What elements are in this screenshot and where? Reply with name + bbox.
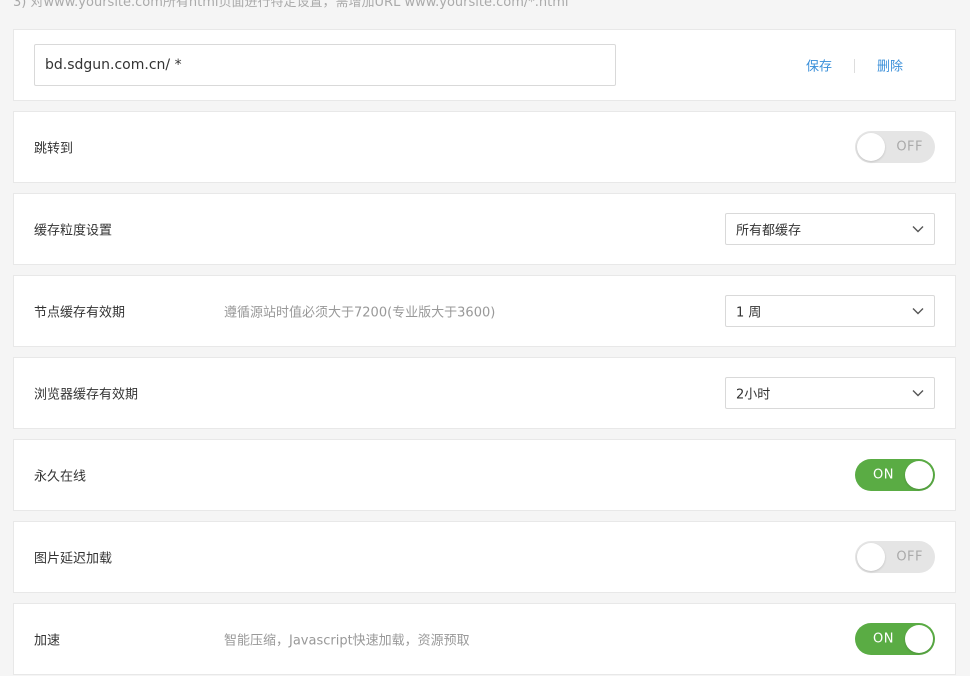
always-online-label: 永久在线 <box>34 469 87 485</box>
acceleration-toggle[interactable]: ON <box>855 623 935 655</box>
toggle-knob <box>857 133 885 161</box>
toggle-text: OFF <box>896 549 923 565</box>
node-cache-ttl-hint: 遵循源站时值必须大于7200(专业版大于3600) <box>224 305 496 321</box>
toggle-knob <box>905 461 933 489</box>
cache-granularity-row: 缓存粒度设置 所有都缓存 <box>13 193 956 265</box>
redirect-toggle[interactable]: OFF <box>855 131 935 163</box>
redirect-row: 跳转到 OFF <box>13 111 956 183</box>
lazy-load-row: 图片延迟加载 OFF <box>13 521 956 593</box>
browser-cache-ttl-label: 浏览器缓存有效期 <box>34 387 139 403</box>
lazy-load-toggle[interactable]: OFF <box>855 541 935 573</box>
browser-cache-ttl-select[interactable]: 2小时 <box>725 377 935 409</box>
acceleration-label: 加速 <box>34 633 61 649</box>
toggle-knob <box>857 543 885 571</box>
select-value: 所有都缓存 <box>736 223 802 239</box>
delete-button[interactable]: 删除 <box>877 56 903 75</box>
acceleration-row: 加速 智能压缩，Javascript快速加载，资源预取 ON <box>13 603 956 675</box>
toggle-text: OFF <box>896 139 923 155</box>
node-cache-ttl-label: 节点缓存有效期 <box>34 305 126 321</box>
browser-cache-ttl-row: 浏览器缓存有效期 2小时 <box>13 357 956 429</box>
cache-granularity-label: 缓存粒度设置 <box>34 223 113 239</box>
chevron-down-icon <box>912 308 924 315</box>
always-online-toggle[interactable]: ON <box>855 459 935 491</box>
cache-granularity-select[interactable]: 所有都缓存 <box>725 213 935 245</box>
url-rule-card: 保存 删除 <box>13 29 956 101</box>
top-hint-text: 3) 对www.yoursite.com所有html页面进行特定设置，需增加UR… <box>13 0 569 10</box>
url-rule-input[interactable] <box>34 44 616 86</box>
lazy-load-label: 图片延迟加载 <box>34 551 113 567</box>
always-online-row: 永久在线 ON <box>13 439 956 511</box>
toggle-text: ON <box>873 467 894 483</box>
save-button[interactable]: 保存 <box>806 56 832 75</box>
node-cache-ttl-row: 节点缓存有效期 遵循源站时值必须大于7200(专业版大于3600) 1 周 <box>13 275 956 347</box>
toggle-text: ON <box>873 631 894 647</box>
redirect-label: 跳转到 <box>34 141 74 157</box>
chevron-down-icon <box>912 226 924 233</box>
link-divider <box>854 59 855 73</box>
acceleration-hint: 智能压缩，Javascript快速加载，资源预取 <box>224 633 470 649</box>
chevron-down-icon <box>912 390 924 397</box>
toggle-knob <box>905 625 933 653</box>
select-value: 1 周 <box>736 305 762 321</box>
node-cache-ttl-select[interactable]: 1 周 <box>725 295 935 327</box>
select-value: 2小时 <box>736 387 771 403</box>
